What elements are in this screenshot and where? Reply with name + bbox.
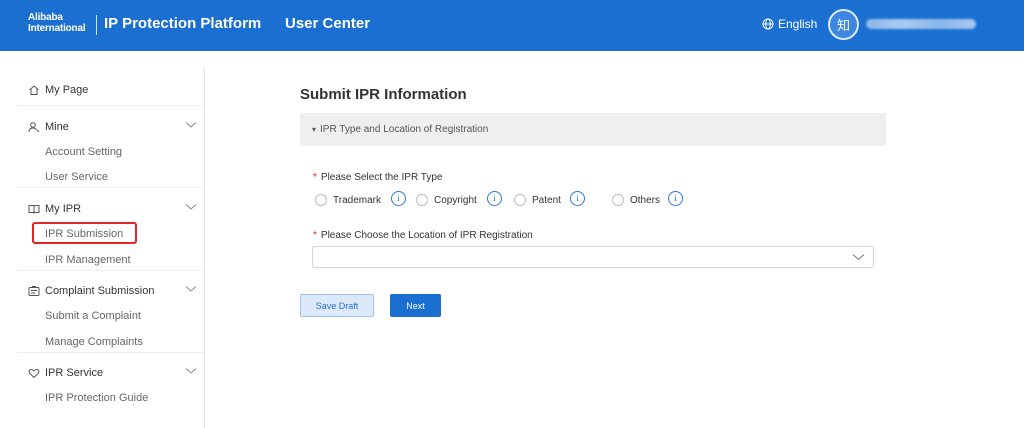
- radio-label: Others: [630, 194, 661, 206]
- platform-title[interactable]: IP Protection Platform: [104, 15, 261, 33]
- heart-icon: [28, 368, 40, 379]
- ipr-type-label: * Please Select the IPR Type: [313, 171, 442, 184]
- radio-label: Trademark: [333, 194, 381, 206]
- page-title: Submit IPR Information: [300, 86, 467, 103]
- sidebar-group-ipr-service[interactable]: IPR Service: [28, 366, 103, 380]
- location-label: * Please Choose the Location of IPR Regis…: [313, 229, 533, 242]
- required-asterisk: *: [313, 230, 317, 241]
- sidebar-group-mine[interactable]: Mine: [28, 120, 69, 134]
- sidebar-item-ipr-management[interactable]: IPR Management: [45, 253, 131, 267]
- chevron-down-icon[interactable]: [852, 253, 865, 261]
- sidebar-group-my-ipr[interactable]: My IPR: [28, 202, 81, 216]
- sidebar-group-label: My IPR: [45, 203, 82, 215]
- chevron-down-icon[interactable]: [185, 285, 197, 293]
- logo-line-1: Alibaba: [28, 12, 63, 23]
- radio-circle[interactable]: [612, 194, 624, 206]
- radio-others[interactable]: Others: [612, 192, 660, 208]
- sidebar-item-label: My Page: [45, 84, 89, 96]
- chevron-down-icon[interactable]: [185, 121, 197, 129]
- sidebar-group-complaint-submission[interactable]: Complaint Submission: [28, 284, 154, 298]
- sidebar: My Page Mine Account Setting User Servic…: [0, 67, 205, 428]
- save-draft-button[interactable]: Save Draft: [300, 294, 374, 317]
- language-label: English: [778, 17, 818, 31]
- location-label-text: Please Choose the Location of IPR Regist…: [320, 230, 533, 241]
- user-icon: [28, 122, 40, 133]
- required-asterisk: *: [313, 172, 317, 183]
- home-icon: [29, 85, 39, 95]
- chevron-down-icon[interactable]: [185, 367, 197, 375]
- caret-down-icon: ▾: [312, 125, 317, 134]
- radio-copyright[interactable]: Copyright: [416, 192, 477, 208]
- ipr-type-label-text: Please Select the IPR Type: [320, 172, 443, 183]
- avatar[interactable]: 知: [828, 9, 859, 40]
- sidebar-item-manage-complaints[interactable]: Manage Complaints: [45, 335, 143, 349]
- section-label: ▾ IPR Type and Location of Registration: [312, 123, 488, 136]
- sidebar-divider: [17, 352, 205, 353]
- radio-label: Patent: [532, 194, 561, 206]
- info-icon[interactable]: i: [668, 191, 683, 206]
- highlight-box: [32, 222, 137, 244]
- globe-icon: [762, 18, 774, 30]
- radio-label: Copyright: [434, 194, 477, 206]
- next-button[interactable]: Next: [390, 294, 441, 317]
- radio-patent[interactable]: Patent: [514, 192, 561, 208]
- sidebar-item-account-setting[interactable]: Account Setting: [45, 145, 122, 159]
- location-select[interactable]: [312, 246, 874, 268]
- sidebar-divider: [17, 270, 205, 271]
- info-icon[interactable]: i: [487, 191, 502, 206]
- id-card-icon: [28, 286, 40, 296]
- sidebar-group-label: Mine: [45, 121, 69, 133]
- section-header[interactable]: ▾ IPR Type and Location of Registration: [300, 113, 886, 146]
- radio-circle[interactable]: [514, 194, 526, 206]
- sidebar-item-user-service[interactable]: User Service: [45, 170, 108, 184]
- sidebar-item-my-page[interactable]: My Page: [28, 83, 88, 97]
- sidebar-item-ipr-protection-guide[interactable]: IPR Protection Guide: [45, 391, 148, 405]
- sidebar-item-submit-complaint[interactable]: Submit a Complaint: [45, 309, 141, 323]
- radio-circle[interactable]: [315, 194, 327, 206]
- info-icon[interactable]: i: [570, 191, 585, 206]
- alibaba-logo[interactable]: Alibaba International: [28, 12, 86, 34]
- sidebar-divider: [17, 105, 205, 106]
- sidebar-group-label: IPR Service: [45, 367, 104, 379]
- section-label-text: IPR Type and Location of Registration: [320, 124, 489, 135]
- book-icon: [28, 205, 40, 214]
- logo-line-2: International: [28, 23, 86, 34]
- sidebar-divider: [17, 187, 205, 188]
- header-divider: [96, 15, 97, 35]
- sidebar-group-label: Complaint Submission: [45, 285, 155, 297]
- user-center-link[interactable]: User Center: [285, 15, 370, 33]
- chevron-down-icon[interactable]: [185, 203, 197, 211]
- info-icon[interactable]: i: [391, 191, 406, 206]
- radio-trademark[interactable]: Trademark: [315, 192, 381, 208]
- username-blurred[interactable]: [866, 19, 976, 29]
- radio-circle[interactable]: [416, 194, 428, 206]
- top-header: Alibaba International IP Protection Plat…: [0, 0, 1024, 51]
- language-switcher[interactable]: English: [762, 16, 817, 32]
